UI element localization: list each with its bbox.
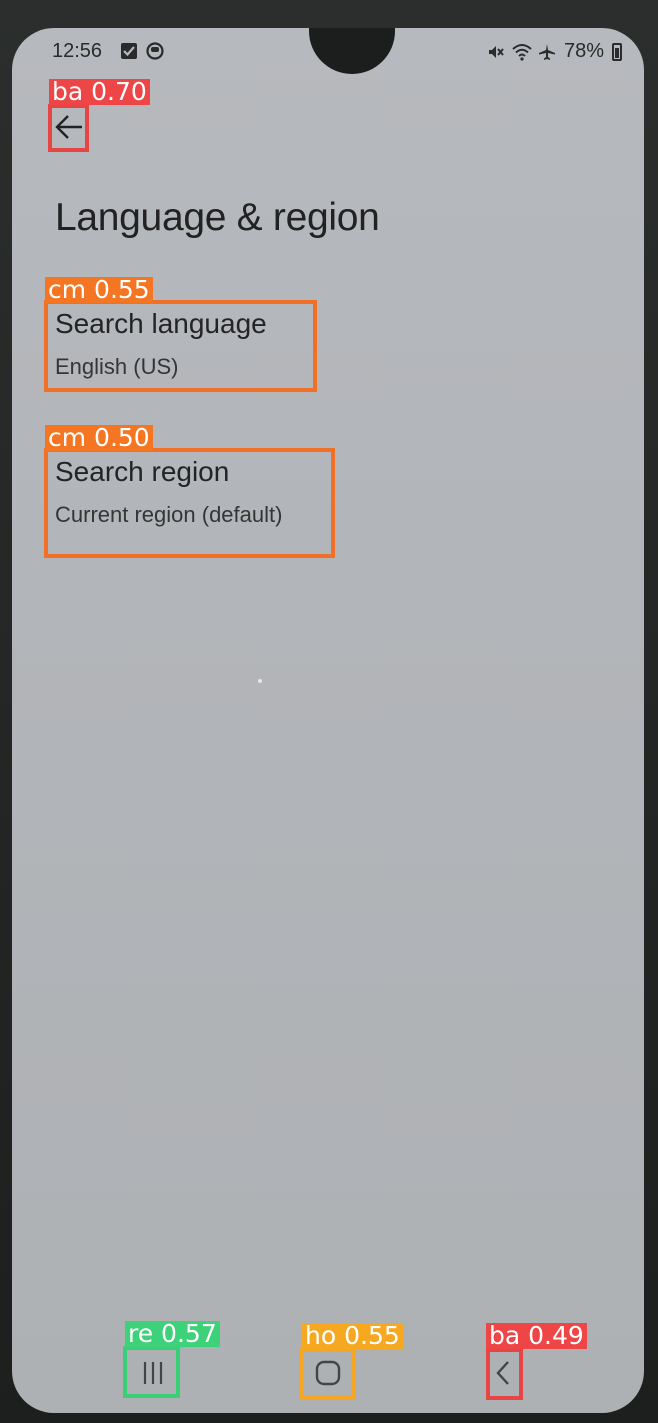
detection-label: cm 0.55 bbox=[45, 277, 153, 303]
phone-frame: 12:56 78% Language & region Search langu… bbox=[0, 0, 658, 1423]
system-back-button[interactable] bbox=[478, 1348, 528, 1398]
setting-title: Search region bbox=[55, 456, 230, 487]
status-bar: 12:56 78% bbox=[12, 28, 644, 84]
detection-label: re 0.57 bbox=[125, 1321, 220, 1347]
home-icon bbox=[315, 1360, 341, 1386]
battery-percentage: 78% bbox=[563, 40, 604, 62]
back-button[interactable] bbox=[50, 105, 88, 149]
touch-indicator-dot bbox=[258, 679, 262, 683]
mute-icon bbox=[486, 43, 504, 61]
arrow-left-icon bbox=[55, 115, 82, 139]
search-region-setting[interactable]: Search region Current region (default) bbox=[46, 450, 333, 552]
status-system-icons: 78% bbox=[486, 40, 622, 63]
wifi-icon bbox=[512, 43, 532, 61]
detection-label: ho 0.55 bbox=[302, 1323, 403, 1349]
home-button[interactable] bbox=[303, 1348, 353, 1398]
status-notification-icons bbox=[120, 42, 164, 60]
search-language-setting[interactable]: Search language English (US) bbox=[46, 302, 315, 392]
setting-title: Search language bbox=[55, 308, 267, 339]
airplane-icon bbox=[538, 43, 556, 61]
recents-button[interactable] bbox=[128, 1348, 178, 1398]
battery-icon bbox=[612, 42, 622, 61]
status-time: 12:56 bbox=[52, 40, 103, 62]
screen: 12:56 78% Language & region Search langu… bbox=[12, 28, 644, 1413]
detection-label: ba 0.49 bbox=[486, 1323, 587, 1349]
page-title: Language & region bbox=[55, 196, 380, 239]
chevron-left-icon bbox=[496, 1361, 509, 1385]
recents-icon bbox=[143, 1362, 163, 1384]
setting-value: Current region (default) bbox=[55, 502, 283, 527]
detection-label: cm 0.50 bbox=[45, 425, 153, 451]
checkbox-notification-icon bbox=[120, 42, 138, 60]
detection-label: ba 0.70 bbox=[49, 79, 150, 105]
clock-notification-icon bbox=[146, 42, 164, 60]
setting-value: English (US) bbox=[55, 354, 179, 379]
